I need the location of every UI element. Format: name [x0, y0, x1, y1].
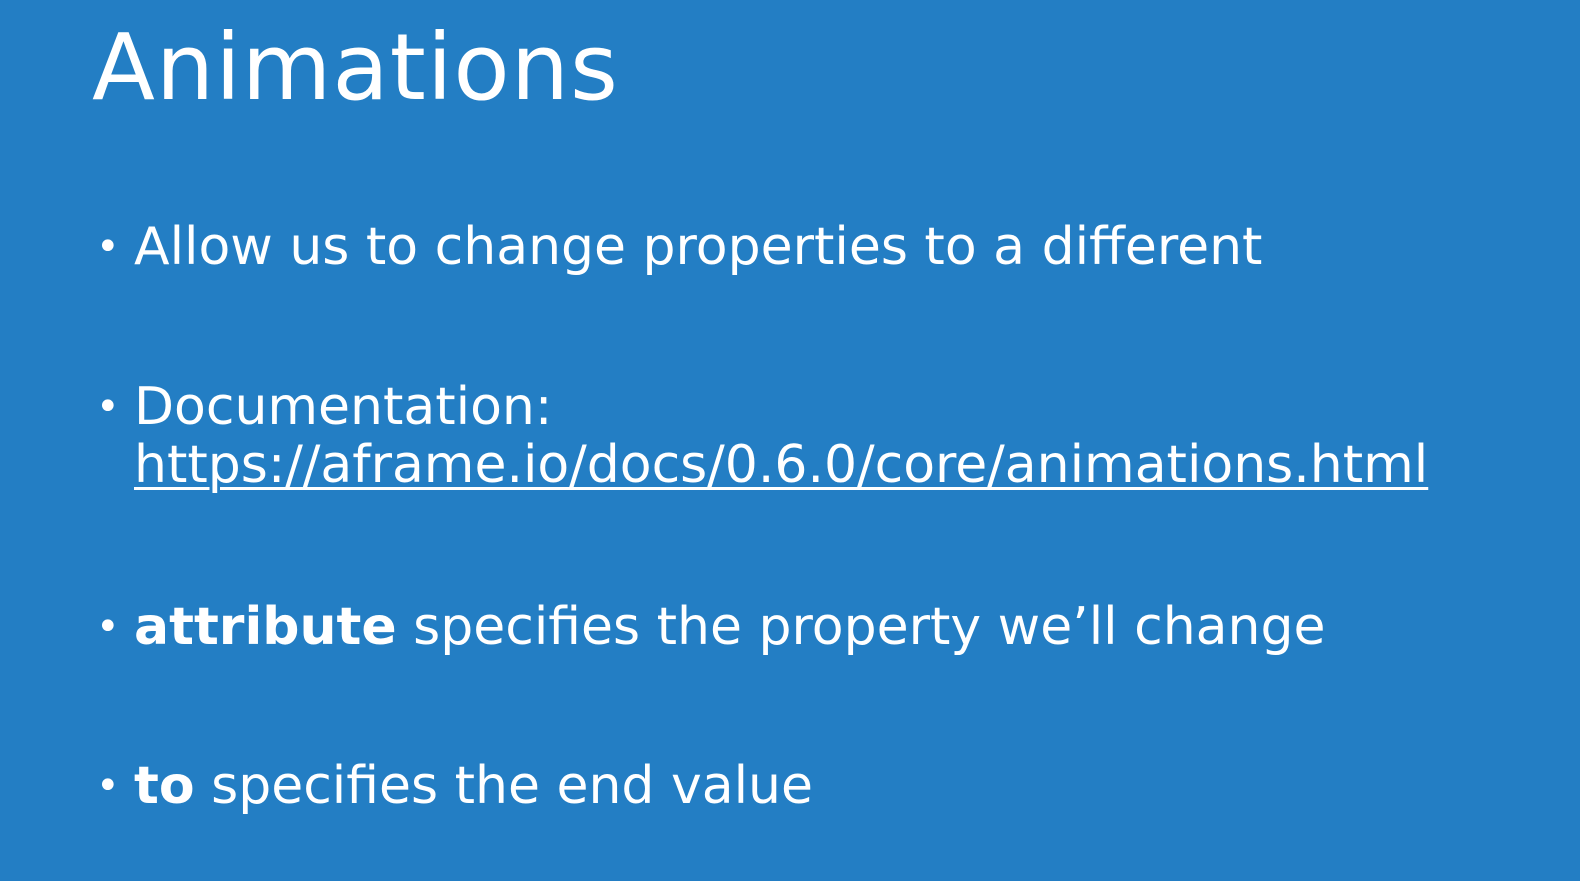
- keyword-to: to: [134, 756, 195, 816]
- bullet-icon: •: [96, 384, 120, 430]
- keyword-attribute: attribute: [134, 597, 397, 657]
- bullet-text: Allow us to change properties to a diffe…: [134, 217, 1263, 277]
- documentation-link[interactable]: https://aframe.io/docs/0.6.0/core/animat…: [134, 436, 1428, 494]
- bullet-icon: •: [96, 224, 120, 270]
- bullet-text: specifies the end value: [194, 756, 814, 816]
- bullet-content: Documentation: https://aframe.io/docs/0.…: [134, 378, 1428, 494]
- bullet-icon: •: [96, 763, 120, 809]
- bullet-text: specifies the property we’ll change: [396, 597, 1326, 657]
- documentation-label: Documentation:: [134, 377, 553, 437]
- bullet-content: attribute specifies the property we’ll c…: [134, 598, 1326, 656]
- bullet-content: to specifies the end value: [134, 757, 813, 815]
- bullet-icon: •: [96, 604, 120, 650]
- slide: Animations • Allow us to change properti…: [0, 0, 1580, 881]
- slide-title: Animations: [92, 14, 619, 121]
